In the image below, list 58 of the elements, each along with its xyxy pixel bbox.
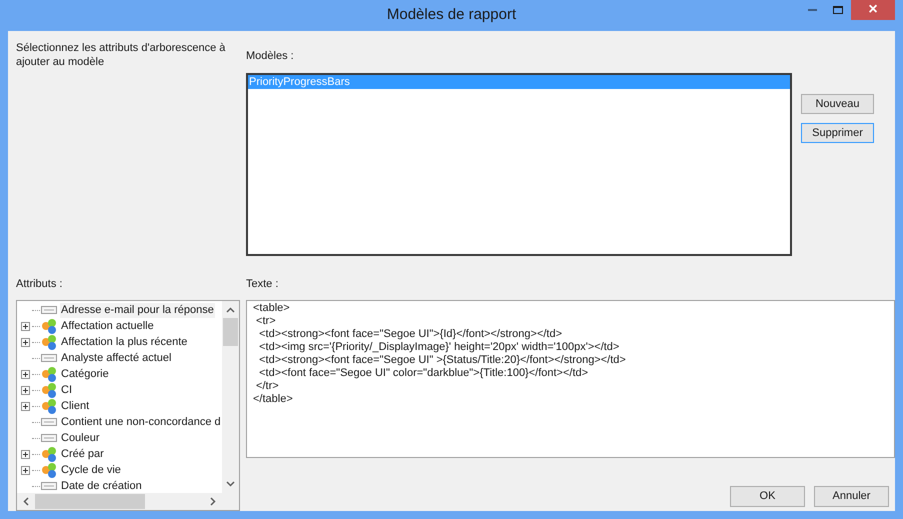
scroll-up-icon[interactable] — [226, 307, 235, 313]
scroll-right-icon[interactable] — [210, 497, 216, 506]
object-group-icon — [41, 382, 57, 398]
field-icon — [41, 354, 57, 362]
attribute-item[interactable]: Analyste affecté actuel — [60, 350, 172, 366]
field-icon — [41, 434, 57, 442]
dialog-button[interactable]: OK — [730, 486, 805, 507]
object-group-icon — [41, 318, 57, 334]
attribute-item[interactable]: Cycle de vie — [60, 462, 122, 478]
models-label: Modèles : — [246, 48, 295, 64]
attribute-item[interactable]: Affectation la plus récente — [60, 334, 188, 350]
field-icon — [41, 418, 57, 426]
code-line: <td><strong><font face="Segoe UI" >{Status/Title:20}</font></strong></td> — [258, 354, 626, 367]
code-line: <tr> — [255, 315, 276, 328]
object-group-icon — [41, 446, 57, 462]
attribute-item[interactable]: Adresse e-mail pour la réponse — [60, 302, 215, 318]
scroll-thumb[interactable] — [223, 318, 238, 346]
expand-icon[interactable] — [21, 370, 30, 378]
object-group-icon — [41, 462, 57, 478]
attribute-item[interactable]: Catégorie — [60, 366, 110, 382]
vertical-scrollbar[interactable] — [222, 301, 239, 493]
attribute-item[interactable]: Couleur — [60, 430, 101, 446]
expand-icon[interactable] — [21, 402, 30, 410]
code-line: </table> — [253, 393, 293, 406]
field-icon — [41, 482, 57, 490]
expand-icon[interactable] — [21, 466, 30, 474]
scroll-down-icon[interactable] — [226, 481, 235, 487]
object-group-icon — [41, 398, 57, 414]
expand-icon[interactable] — [21, 386, 30, 394]
code-line: </tr> — [255, 380, 279, 393]
attributes-label: Attributs : — [16, 276, 64, 292]
code-line: <td><img src='{Priority/_DisplayImage}' height='20px' width='100px'></td> — [258, 341, 620, 354]
attribute-item[interactable]: Client — [60, 398, 90, 414]
scroll-thumb[interactable] — [35, 494, 145, 509]
attribute-item[interactable]: Affectation actuelle — [60, 318, 155, 334]
attribute-item[interactable]: Date de création — [60, 478, 143, 493]
model-button[interactable]: Nouveau — [801, 94, 874, 114]
code-line: <table> — [253, 302, 290, 315]
scroll-left-icon[interactable] — [23, 497, 29, 506]
instruction-text: Sélectionnez les attributs d'arborescence à ajouter au modèle — [16, 40, 226, 68]
attribute-item[interactable]: CI — [60, 382, 73, 398]
expand-icon[interactable] — [21, 450, 30, 458]
text-label: Texte : — [246, 276, 280, 292]
dialog-button[interactable]: Annuler — [814, 486, 889, 507]
model-button[interactable]: Supprimer — [801, 123, 874, 143]
attribute-item[interactable]: Contient une non-concordance d — [60, 414, 222, 430]
object-group-icon — [41, 334, 57, 350]
horizontal-scrollbar[interactable] — [17, 493, 239, 510]
code-line: <td><font face="Segoe UI" color="darkblue">{Title:100}</font></td> — [258, 367, 588, 380]
code-line: <td><strong><font face="Segoe UI">{Id}</font></strong></td> — [258, 328, 562, 341]
close-button[interactable]: × — [851, 0, 895, 20]
window-title: Modèles de rapport — [386, 5, 516, 25]
expand-icon[interactable] — [21, 322, 30, 330]
object-group-icon — [41, 366, 57, 382]
attribute-item[interactable]: Créé par — [60, 446, 105, 462]
field-icon — [41, 306, 57, 314]
expand-icon[interactable] — [21, 338, 30, 346]
template-text-area[interactable] — [246, 300, 895, 458]
